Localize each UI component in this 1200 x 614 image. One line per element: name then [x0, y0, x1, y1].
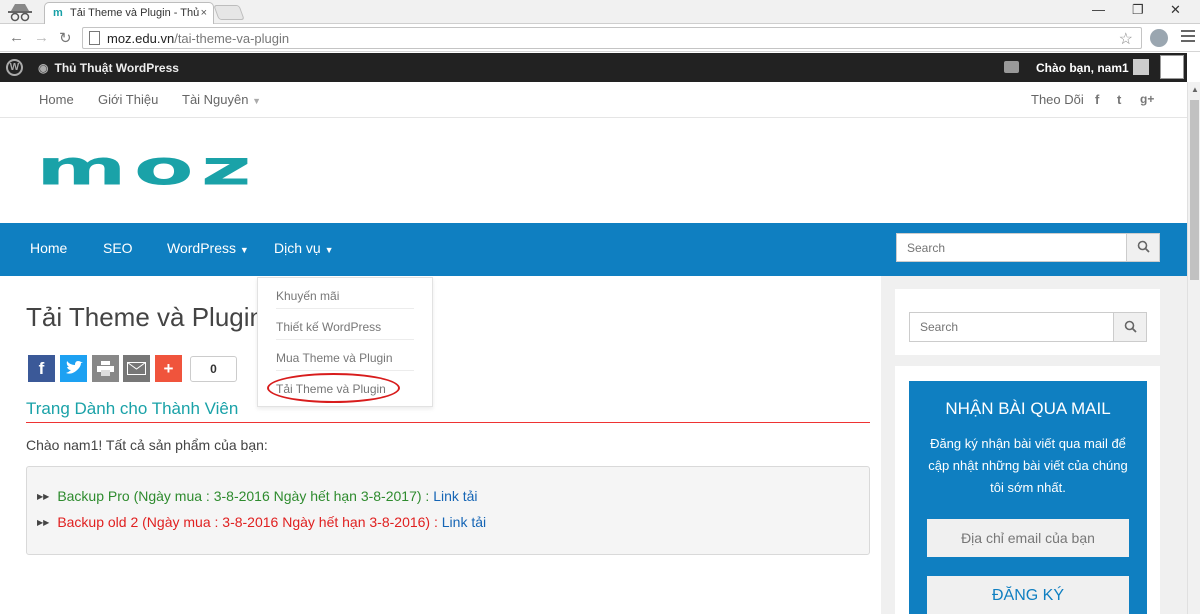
comments-icon[interactable]	[1004, 61, 1019, 73]
nav-wordpress[interactable]: WordPress ▼	[167, 240, 249, 256]
browser-tab-bar: m Tải Theme và Plugin - Thủ × — ❐ ✕	[0, 0, 1200, 25]
minimize-button[interactable]: —	[1092, 2, 1105, 17]
back-icon[interactable]: ←	[9, 29, 24, 46]
facebook-icon[interactable]: f	[1095, 92, 1099, 107]
reload-icon[interactable]: ↻	[59, 29, 72, 47]
search-icon	[1137, 240, 1150, 253]
more-share-icon[interactable]: +	[155, 355, 182, 382]
twitter-icon[interactable]: t	[1117, 92, 1121, 107]
product-list: ▶▶ Backup Pro (Ngày mua : 3-8-2016 Ngày h…	[26, 466, 870, 555]
scroll-up-icon[interactable]: ▲	[1191, 85, 1199, 94]
twitter-share-icon[interactable]	[60, 355, 87, 382]
section-title: Trang Dành cho Thành Viên	[26, 399, 870, 423]
url-path: /tai-theme-va-plugin	[174, 31, 290, 46]
browser-toolbar: ← → ↻ moz.edu.vn/tai-theme-va-plugin ☆	[0, 24, 1200, 52]
search-button[interactable]	[1126, 234, 1159, 261]
dashboard-icon: ◉	[38, 61, 49, 75]
google-plus-icon[interactable]: g+	[1140, 92, 1154, 106]
wp-admin-bar: W ◉ Thủ Thuật WordPress Chào bạn, nam1	[0, 53, 1187, 82]
bullet-icon: ▶▶	[37, 518, 50, 527]
follow-label: Theo Dõi	[1031, 92, 1084, 107]
topnav-about[interactable]: Giới Thiệu	[98, 92, 158, 107]
topnav-home[interactable]: Home	[39, 92, 74, 107]
subscribe-title: NHẬN BÀI QUA MAIL	[945, 399, 1111, 418]
admin-greeting[interactable]: Chào bạn, nam1	[1036, 61, 1129, 75]
tab-title: Tải Theme và Plugin - Thủ	[70, 7, 200, 19]
chevron-down-icon: ▼	[239, 245, 249, 255]
email-share-icon[interactable]	[123, 355, 150, 382]
print-share-icon[interactable]	[92, 355, 119, 382]
share-count: 0	[190, 356, 237, 382]
topnav-resources[interactable]: Tài Nguyên ▼	[182, 92, 261, 107]
subscribe-button[interactable]: ĐĂNG KÝ	[927, 576, 1129, 614]
browser-tab[interactable]: m Tải Theme và Plugin - Thủ ×	[44, 2, 214, 25]
highlight-circle	[267, 373, 400, 403]
bullet-icon: ▶▶	[37, 492, 50, 501]
forward-icon[interactable]: →	[34, 29, 49, 46]
chevron-down-icon: ▼	[324, 245, 334, 255]
sidebar-search	[909, 312, 1147, 342]
chevron-down-icon: ▼	[252, 96, 262, 106]
subscribe-box: NHẬN BÀI QUA MAIL Đăng ký nhận bài viết …	[909, 381, 1147, 614]
nav-seo[interactable]: SEO	[103, 240, 133, 256]
extension-icon[interactable]	[1150, 29, 1168, 47]
url-domain: moz.edu.vn	[107, 31, 175, 46]
sidebar-search-input[interactable]	[910, 313, 1110, 341]
search-icon	[1124, 320, 1137, 333]
nav-home[interactable]: Home	[30, 240, 67, 256]
scrollbar-thumb[interactable]	[1190, 100, 1199, 280]
site-favicon-icon: m	[53, 7, 63, 19]
bookmark-star-icon[interactable]: ☆	[1119, 29, 1133, 49]
new-tab-button[interactable]	[213, 5, 245, 20]
dropdown-item-wp-design[interactable]: Thiết kế WordPress	[276, 309, 414, 340]
close-window-button[interactable]: ✕	[1170, 2, 1181, 18]
restore-button[interactable]: ❐	[1132, 2, 1144, 18]
header-search-input[interactable]	[897, 234, 1127, 261]
download-link[interactable]: Link tải	[442, 514, 486, 530]
wordpress-logo-icon[interactable]: W	[6, 59, 23, 76]
page-title: Tải Theme và Plugin	[26, 302, 258, 332]
admin-avatar[interactable]	[1133, 59, 1149, 75]
main-navigation: Home SEO WordPress ▼ Dịch vụ ▼	[0, 223, 1187, 276]
facebook-share-icon[interactable]: f	[28, 355, 55, 382]
list-item: ▶▶ Backup old 2 (Ngày mua : 3-8-2016 Ngày…	[37, 514, 487, 530]
email-field[interactable]: Địa chỉ email của bạn	[927, 519, 1129, 557]
nav-services[interactable]: Dịch vụ ▼	[274, 240, 334, 256]
user-avatar-box[interactable]	[1160, 55, 1184, 79]
dropdown-item-buy-themes[interactable]: Mua Theme và Plugin	[276, 340, 414, 371]
page-icon	[89, 31, 100, 45]
page-scrollbar[interactable]: ▲	[1187, 82, 1200, 614]
sidebar-search-button[interactable]	[1113, 313, 1146, 341]
site-logo[interactable]: moz	[36, 144, 259, 192]
download-link[interactable]: Link tải	[433, 488, 477, 504]
incognito-icon	[8, 4, 32, 22]
header-search	[896, 233, 1160, 262]
list-item: ▶▶ Backup Pro (Ngày mua : 3-8-2016 Ngày h…	[37, 488, 478, 504]
browser-menu-icon[interactable]	[1181, 30, 1195, 45]
subscribe-description: Đăng ký nhận bài viết qua mail để cập nh…	[928, 436, 1128, 495]
top-navigation: Home Giới Thiệu Tài Nguyên ▼ Theo Dõi f …	[0, 82, 1187, 118]
tab-close-icon[interactable]: ×	[201, 7, 207, 19]
dropdown-item-promotions[interactable]: Khuyến mãi	[276, 278, 414, 309]
admin-site-name[interactable]: ◉ Thủ Thuật WordPress	[38, 61, 179, 75]
member-greeting: Chào nam1! Tất cả sản phẩm của bạn:	[26, 437, 268, 453]
address-bar[interactable]: moz.edu.vn/tai-theme-va-plugin ☆	[82, 27, 1142, 49]
